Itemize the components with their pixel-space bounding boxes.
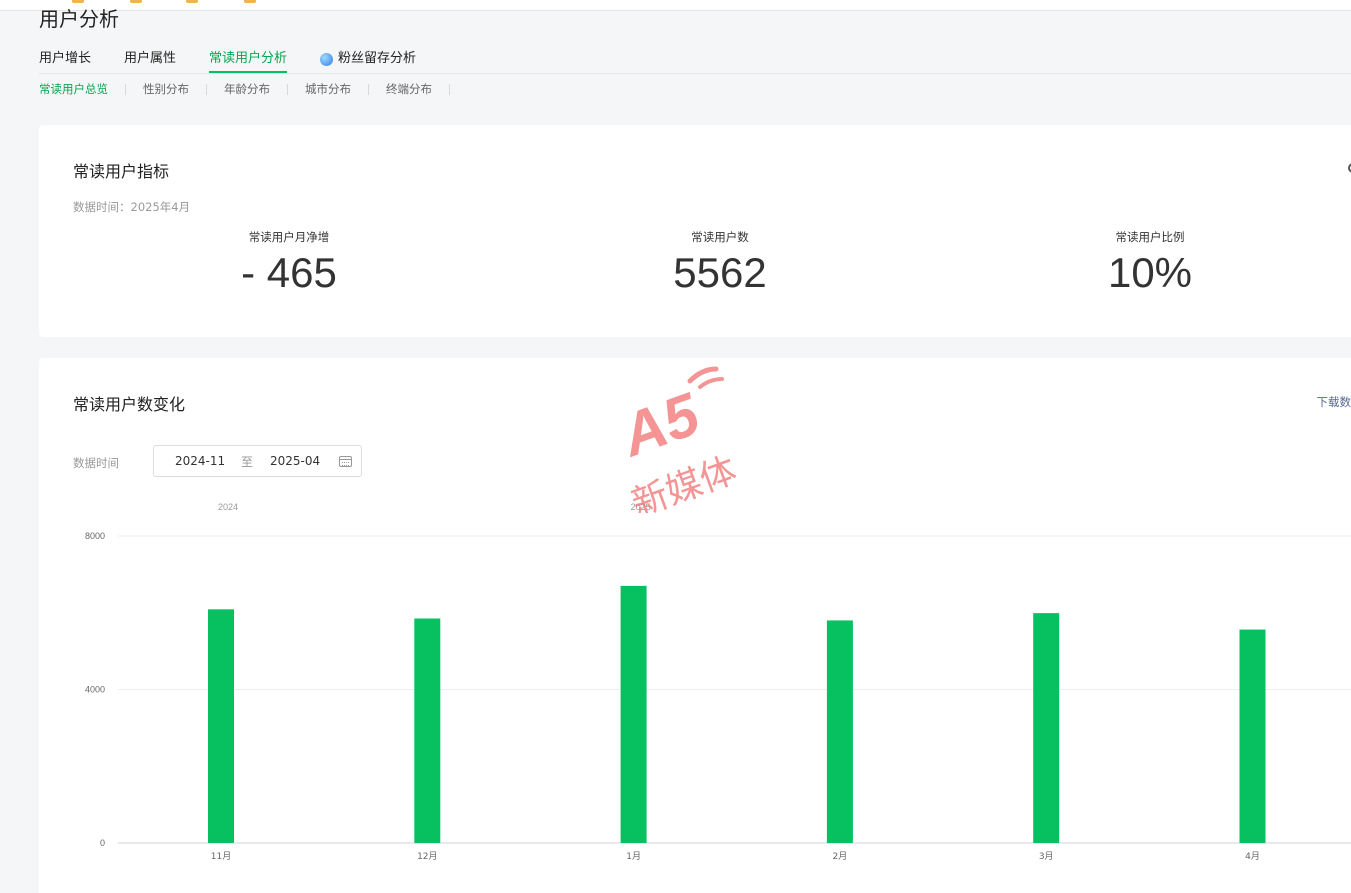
x-tick-label: 11月: [211, 851, 231, 862]
y-tick-label: 0: [100, 838, 105, 848]
year-label: 2025: [631, 502, 651, 512]
bar-4月: [1239, 629, 1266, 843]
x-tick-label: 1月: [626, 851, 641, 862]
x-tick-label: 3月: [1039, 851, 1054, 862]
x-tick-label: 12月: [417, 851, 437, 862]
x-tick-label: 4月: [1245, 851, 1260, 862]
bar-2月: [826, 620, 853, 843]
y-tick-label: 4000: [85, 685, 105, 695]
bar-12月: [414, 618, 441, 843]
bar-1月: [620, 585, 647, 843]
year-label: 2024: [218, 502, 238, 512]
bar-11月: [208, 609, 234, 843]
reader-count-bar-chart: 0 4000 8000 11月 12月 1月 2月 3月 4月 2024 2025: [85, 502, 1351, 862]
bar-3月: [1033, 613, 1060, 843]
x-tick-label: 2月: [833, 851, 848, 862]
y-tick-label: 8000: [85, 531, 105, 541]
